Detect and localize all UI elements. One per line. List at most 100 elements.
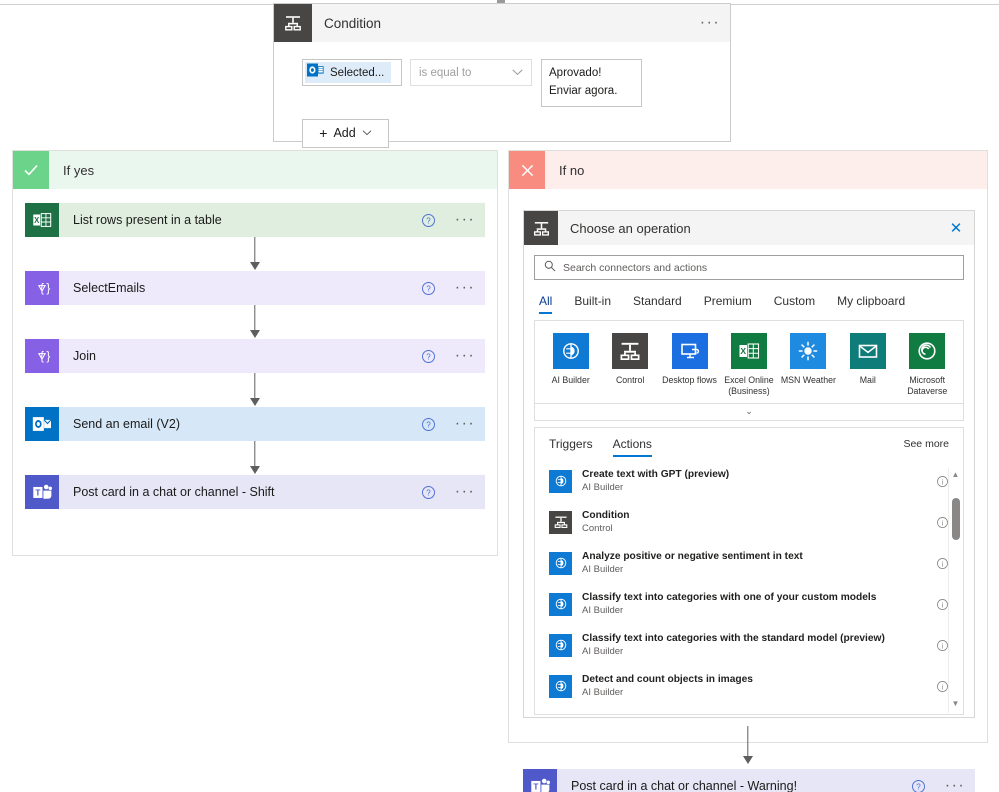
condition-operator-select[interactable]: is equal to xyxy=(410,59,532,86)
condition-right-operand-field[interactable]: Aprovado! Enviar agora. xyxy=(541,59,642,107)
step-card-post-card-warning[interactable]: T Post card in a chat or channel - Warni… xyxy=(523,769,975,792)
ai-builder-icon xyxy=(549,592,572,616)
action-text: Detect and count objects in images AI Bu… xyxy=(572,673,931,699)
step-card[interactable]: T Post card in a chat or channel - Shift… xyxy=(25,475,485,509)
connector-tile[interactable]: Microsoft Dataverse xyxy=(898,333,957,397)
help-circle-icon[interactable]: ? xyxy=(411,271,445,305)
teams-icon: T xyxy=(523,769,557,792)
action-text: Condition Control xyxy=(572,509,931,535)
connector-tab-custom[interactable]: Custom xyxy=(774,294,815,314)
step-card-menu-button[interactable]: ··· xyxy=(445,475,485,509)
connector-tab-premium[interactable]: Premium xyxy=(704,294,752,314)
condition-expression-row: Selected... is equal to Aprovado! Enviar… xyxy=(302,59,730,107)
condition-card-body: Selected... is equal to Aprovado! Enviar… xyxy=(274,42,730,148)
connector-tab-standard[interactable]: Standard xyxy=(633,294,682,314)
step-card-menu-button[interactable]: ··· xyxy=(445,271,485,305)
svg-text:}: } xyxy=(46,281,50,295)
action-connector: AI Builder xyxy=(582,686,624,698)
see-more-link[interactable]: See more xyxy=(903,438,949,456)
connector-name: MSN Weather xyxy=(780,375,836,385)
teams-icon: T xyxy=(25,475,59,509)
action-list-item[interactable]: Condition Control i xyxy=(535,502,963,543)
expand-connectors-button[interactable]: ⌄ xyxy=(535,402,963,420)
connector-tile[interactable]: Mail xyxy=(838,333,897,397)
actions-list-scrollbar[interactable]: ▲ ▼ xyxy=(948,467,962,713)
action-title: Condition xyxy=(582,510,630,522)
connector-tab-built-in[interactable]: Built-in xyxy=(574,294,611,314)
condition-card-header: Condition ··· xyxy=(274,4,730,42)
svg-text:?: ? xyxy=(426,352,431,361)
svg-text:?: ? xyxy=(426,284,431,293)
excel-icon: X xyxy=(730,333,767,369)
scroll-up-button[interactable]: ▲ xyxy=(949,468,962,482)
action-title: Detect and count objects in images xyxy=(582,674,753,686)
ai-builder-icon xyxy=(549,469,572,493)
action-list-item[interactable]: Detect and count objects in images AI Bu… xyxy=(535,666,963,707)
check-icon xyxy=(13,151,49,189)
condition-card[interactable]: Condition ··· Selected... is equal to Ap… xyxy=(273,3,731,148)
connector-tile[interactable]: X Excel Online (Business) xyxy=(719,333,778,397)
action-text: Classify text into categories with one o… xyxy=(572,591,931,617)
svg-text:i: i xyxy=(941,559,943,568)
connector-tile[interactable]: AI Builder xyxy=(541,333,600,397)
add-condition-button[interactable]: + Add xyxy=(302,118,389,148)
control-icon xyxy=(612,333,649,369)
tab-actions[interactable]: Actions xyxy=(612,437,653,457)
step-card[interactable]: X List rows present in a table ? ··· xyxy=(25,203,485,237)
help-circle-icon[interactable]: ? xyxy=(411,475,445,509)
tab-triggers[interactable]: Triggers xyxy=(549,437,593,457)
token-label: Selected... xyxy=(330,66,385,79)
step-card-title: Join xyxy=(73,349,96,363)
step-card[interactable]: { } SelectEmails ? ··· xyxy=(25,271,485,305)
step-card[interactable]: Send an email (V2) ? ··· xyxy=(25,407,485,441)
ai-builder-icon xyxy=(549,633,572,657)
action-connector: AI Builder xyxy=(582,481,624,493)
scroll-down-button[interactable]: ▼ xyxy=(949,697,962,711)
operator-value: is equal to xyxy=(419,66,472,79)
dynamic-content-token[interactable]: Selected... xyxy=(305,62,392,83)
connector-tab-my-clipboard[interactable]: My clipboard xyxy=(837,294,905,314)
close-icon[interactable]: ✕ xyxy=(938,211,974,245)
step-card[interactable]: T Post card in a chat or channel - Warni… xyxy=(523,769,975,792)
connector-grid: AI Builder Control Desktop flows X Excel… xyxy=(535,321,963,403)
svg-text:i: i xyxy=(941,641,943,650)
action-text: Analyze positive or negative sentiment i… xyxy=(572,550,931,576)
step-card-title: Post card in a chat or channel - Shift xyxy=(73,485,275,499)
help-circle-icon[interactable]: ? xyxy=(411,203,445,237)
ai-builder-icon xyxy=(549,674,572,698)
condition-left-operand-field[interactable]: Selected... xyxy=(302,59,402,86)
step-card-menu-button[interactable]: ··· xyxy=(935,769,975,792)
connector-name: Mail xyxy=(859,375,876,385)
help-circle-icon[interactable]: ? xyxy=(901,769,935,792)
help-circle-icon[interactable]: ? xyxy=(411,339,445,373)
branch-if-no-header: If no xyxy=(509,151,987,189)
action-list-item[interactable]: Analyze positive or negative sentiment i… xyxy=(535,543,963,584)
operations-list-box: Triggers Actions See more Create text with… xyxy=(534,426,964,715)
connector-name: Excel Online (Business) xyxy=(724,375,774,396)
step-card[interactable]: { } Join ? ··· xyxy=(25,339,485,373)
connector-tile[interactable]: MSN Weather xyxy=(779,333,838,397)
choose-operation-body: Search connectors and actions All Built-i… xyxy=(524,245,974,715)
step-card-menu-button[interactable]: ··· xyxy=(445,407,485,441)
action-list-item[interactable]: Classify text into categories with one o… xyxy=(535,584,963,625)
connector-tile[interactable]: Control xyxy=(600,333,659,397)
step-card-menu-button[interactable]: ··· xyxy=(445,339,485,373)
action-list-item[interactable]: Create text with GPT (preview) AI Builde… xyxy=(535,461,963,502)
scrollbar-thumb[interactable] xyxy=(952,497,960,540)
help-circle-icon[interactable]: ? xyxy=(411,407,445,441)
svg-text:i: i xyxy=(941,518,943,527)
connector-name: Microsoft Dataverse xyxy=(907,375,948,396)
connector-tile[interactable]: Desktop flows xyxy=(660,333,719,397)
connector-tab-all[interactable]: All xyxy=(539,294,553,314)
action-title: Classify text into categories with one o… xyxy=(582,592,877,604)
step-card-menu-button[interactable]: ··· xyxy=(445,203,485,237)
search-placeholder: Search connectors and actions xyxy=(563,261,708,274)
svg-text:?: ? xyxy=(426,216,431,225)
action-list-item[interactable]: Classify text into categories with the s… xyxy=(535,625,963,666)
choose-operation-header: Choose an operation ✕ xyxy=(524,211,974,245)
control-condition-icon xyxy=(524,211,558,245)
svg-text:?: ? xyxy=(916,782,921,791)
condition-card-menu-button[interactable]: ··· xyxy=(690,4,730,42)
search-input[interactable]: Search connectors and actions xyxy=(534,255,964,280)
action-text: Create text with GPT (preview) AI Builde… xyxy=(572,468,931,494)
